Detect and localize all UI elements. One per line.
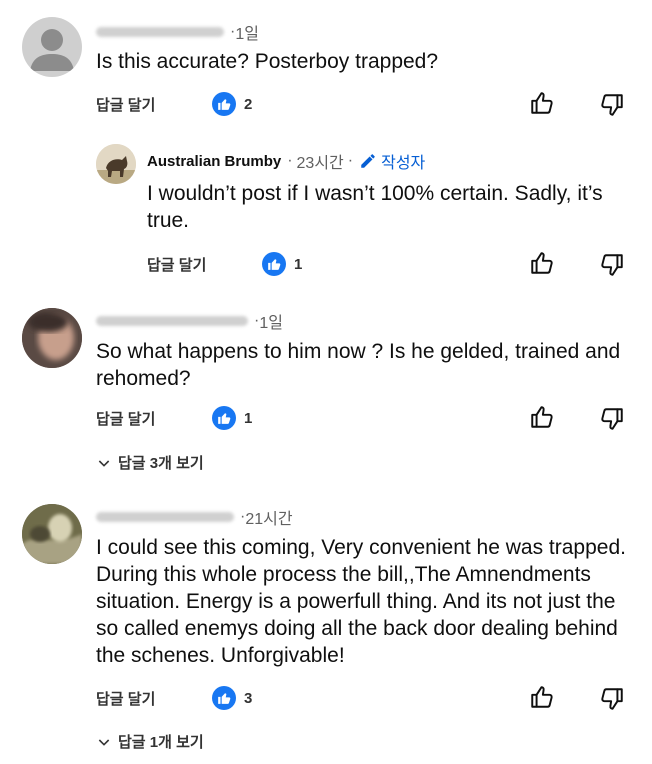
thumbs-up-icon xyxy=(531,406,553,428)
thumbs-up-icon xyxy=(531,686,553,708)
author-name-blurred[interactable] xyxy=(96,27,224,37)
avatar[interactable] xyxy=(22,17,82,77)
reply-text: I wouldn’t post if I wasn’t 100% certain… xyxy=(147,182,603,232)
like-count: 1 xyxy=(212,406,252,430)
thumbs-down-icon xyxy=(601,688,623,710)
creator-badge: 작성자 xyxy=(359,149,425,173)
reply-author[interactable]: Australian Brumby xyxy=(147,153,281,170)
like-count: 3 xyxy=(212,686,252,710)
separator-dot: · xyxy=(287,152,293,169)
default-user-icon xyxy=(30,29,74,71)
comment-meta: · 21시간 xyxy=(96,505,293,529)
comment-time: 1일 xyxy=(235,26,259,43)
reply-avatar[interactable] xyxy=(96,144,136,184)
horse-avatar-icon xyxy=(96,144,136,184)
comment-text: So what happens to him now ? Is he gelde… xyxy=(96,340,621,390)
reply-meta: Australian Brumby · 23시간 · 작성자 xyxy=(147,149,425,173)
like-button[interactable] xyxy=(526,401,558,433)
like-count-number: 1 xyxy=(294,255,303,273)
dislike-button[interactable] xyxy=(596,89,628,121)
comment-time: 1일 xyxy=(259,315,283,332)
blue-like-badge-icon xyxy=(212,406,236,430)
show-replies-button[interactable]: 답글 3개 보기 xyxy=(96,452,204,473)
reply-button[interactable]: 답글 달기 xyxy=(96,94,155,115)
like-button[interactable] xyxy=(526,87,558,119)
author-name-blurred[interactable] xyxy=(96,316,248,326)
reply-button[interactable]: 답글 달기 xyxy=(96,408,155,429)
thumbs-up-icon xyxy=(531,252,553,274)
blue-like-badge-icon xyxy=(212,92,236,116)
creator-badge-label: 작성자 xyxy=(381,155,426,172)
user-photo-blurred-icon xyxy=(22,308,82,368)
show-replies-label: 답글 1개 보기 xyxy=(118,734,204,751)
chevron-down-icon xyxy=(98,459,110,467)
thumbs-down-icon xyxy=(601,94,623,116)
comment-text: I could see this coming, Very convenient… xyxy=(96,536,626,667)
reply-button[interactable]: 답글 달기 xyxy=(147,254,206,275)
dislike-button[interactable] xyxy=(596,403,628,435)
like-count-number: 3 xyxy=(244,689,253,707)
show-replies-label: 답글 3개 보기 xyxy=(118,455,204,472)
blue-like-badge-icon xyxy=(212,686,236,710)
dislike-button[interactable] xyxy=(596,683,628,715)
like-button[interactable] xyxy=(526,247,558,279)
like-count-number: 2 xyxy=(244,95,253,113)
like-count: 1 xyxy=(262,252,302,276)
thumbs-down-icon xyxy=(601,408,623,430)
thumbs-up-icon xyxy=(531,92,553,114)
comment-meta: · 1일 xyxy=(96,20,259,44)
avatar[interactable] xyxy=(22,308,82,368)
pencil-icon xyxy=(361,154,375,168)
chevron-down-icon xyxy=(98,738,110,746)
author-name-blurred[interactable] xyxy=(96,512,234,522)
comment-meta: · 1일 xyxy=(96,309,283,333)
avatar[interactable] xyxy=(22,504,82,564)
blue-like-badge-icon xyxy=(262,252,286,276)
like-button[interactable] xyxy=(526,681,558,713)
like-count-number: 1 xyxy=(244,409,253,427)
like-count: 2 xyxy=(212,92,252,116)
reply-button[interactable]: 답글 달기 xyxy=(96,688,155,709)
reply-time: 23시간 xyxy=(296,155,344,172)
separator-dot: · xyxy=(347,152,354,169)
comment-time: 21시간 xyxy=(245,511,293,528)
show-replies-button[interactable]: 답글 1개 보기 xyxy=(96,731,204,752)
user-painting-avatar-icon xyxy=(22,504,82,564)
comment-text: Is this accurate? Posterboy trapped? xyxy=(96,50,439,73)
thumbs-down-icon xyxy=(601,254,623,276)
dislike-button[interactable] xyxy=(596,249,628,281)
